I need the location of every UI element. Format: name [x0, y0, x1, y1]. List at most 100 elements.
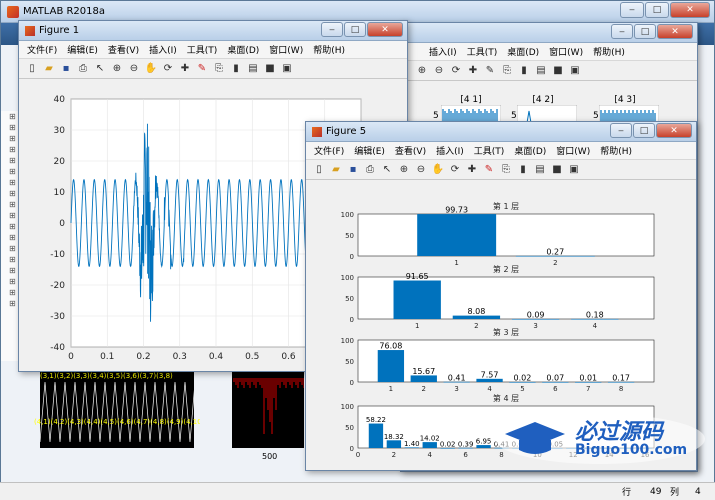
menu-tools[interactable]: 工具(T)	[187, 43, 218, 56]
bar-subplot-2: 第 2 层 100 50 0 1 2 3 4 91.65 8.08 0.09 0.18	[341, 264, 655, 330]
y-tick-label: 0	[350, 445, 354, 453]
main-window-title: MATLAB R2018a	[23, 6, 106, 17]
x-tick-label: 2	[474, 322, 478, 330]
menu-view[interactable]: 查看(V)	[395, 144, 426, 157]
menu-help[interactable]: 帮助(H)	[313, 43, 345, 56]
matlab-logo-icon	[7, 5, 19, 18]
link-icon[interactable]: ⎘	[212, 62, 226, 76]
select-arrow-icon[interactable]: ↖	[93, 62, 107, 76]
menu-desktop[interactable]: 桌面(D)	[514, 144, 546, 157]
bg-menu-tools[interactable]: 工具(T)	[467, 45, 498, 58]
menu-file[interactable]: 文件(F)	[27, 43, 57, 56]
menu-file[interactable]: 文件(F)	[314, 144, 344, 157]
menu-edit[interactable]: 编辑(E)	[67, 43, 98, 56]
bar-value-label: 15.67	[412, 367, 435, 376]
main-minimize-button[interactable]: ‒	[620, 2, 644, 18]
legend-icon[interactable]: ▤	[534, 64, 548, 78]
hide-tools-icon[interactable]: ■	[551, 64, 565, 78]
show-tools-icon[interactable]: ▣	[568, 64, 582, 78]
rotate-icon[interactable]: ⟳	[448, 163, 462, 177]
colorbar-icon[interactable]: ▮	[229, 62, 243, 76]
save-icon[interactable]: ▪	[59, 62, 73, 76]
data-cursor-icon[interactable]: ✚	[465, 163, 479, 177]
open-file-icon[interactable]: ▰	[329, 163, 343, 177]
x-tick-label: 6	[463, 451, 468, 459]
menu-window[interactable]: 窗口(W)	[556, 144, 590, 157]
menu-insert[interactable]: 插入(I)	[436, 144, 464, 157]
pan-icon[interactable]: ✋	[144, 62, 158, 76]
figure5-minimize-button[interactable]: ‒	[610, 123, 632, 138]
zoom-in-icon[interactable]: ⊕	[415, 64, 429, 78]
new-figure-icon[interactable]: ▯	[312, 163, 326, 177]
zoom-out-icon[interactable]: ⊖	[414, 163, 428, 177]
x-tick-label: 1	[415, 322, 419, 330]
zoom-in-icon[interactable]: ⊕	[110, 62, 124, 76]
subplot-title: 第 3 层	[493, 327, 519, 337]
x-tick-label: 6	[553, 385, 558, 393]
y-tick-label: 50	[345, 295, 354, 303]
bg-minimize-button[interactable]: ‒	[611, 24, 633, 39]
brush-icon[interactable]: ✎	[483, 64, 497, 78]
bar-value-label: 7.57	[481, 370, 499, 379]
x-tick-label: 0.3	[173, 352, 187, 362]
menu-tools[interactable]: 工具(T)	[474, 144, 505, 157]
menu-insert[interactable]: 插入(I)	[149, 43, 177, 56]
select-arrow-icon[interactable]: ↖	[380, 163, 394, 177]
figure1-close-button[interactable]: ✕	[367, 22, 403, 37]
print-icon[interactable]: ⎙	[363, 163, 377, 177]
main-maximize-button[interactable]: □	[645, 2, 669, 18]
figure5-close-button[interactable]: ✕	[656, 123, 692, 138]
link-icon[interactable]: ⎘	[499, 163, 513, 177]
bg-menu-insert[interactable]: 插入(I)	[429, 45, 457, 58]
figure1-maximize-button[interactable]: □	[344, 22, 366, 37]
rotate-icon[interactable]: ⟳	[449, 64, 463, 78]
zoom-out-icon[interactable]: ⊖	[432, 64, 446, 78]
menu-window[interactable]: 窗口(W)	[269, 43, 303, 56]
brush-icon[interactable]: ✎	[195, 62, 209, 76]
hide-tools-icon[interactable]: ■	[263, 62, 277, 76]
open-file-icon[interactable]: ▰	[42, 62, 56, 76]
pan-icon[interactable]: ✋	[431, 163, 445, 177]
legend-icon[interactable]: ▤	[246, 62, 260, 76]
link-icon[interactable]: ⎘	[500, 64, 514, 78]
bar-value-label: 0.27	[546, 247, 564, 256]
save-icon[interactable]: ▪	[346, 163, 360, 177]
zoom-out-icon[interactable]: ⊖	[127, 62, 141, 76]
y-tick-label: 0	[350, 379, 354, 387]
print-icon[interactable]: ⎙	[76, 62, 90, 76]
menu-edit[interactable]: 编辑(E)	[354, 144, 385, 157]
main-close-button[interactable]: ✕	[670, 2, 710, 18]
menu-desktop[interactable]: 桌面(D)	[227, 43, 259, 56]
show-tools-icon[interactable]: ▣	[280, 62, 294, 76]
rotate-icon[interactable]: ⟳	[161, 62, 175, 76]
x-tick-label: 8	[619, 385, 623, 393]
figure5-maximize-button[interactable]: □	[633, 123, 655, 138]
menu-help[interactable]: 帮助(H)	[600, 144, 632, 157]
bar	[386, 440, 402, 448]
figure5-titlebar: Figure 5 ‒ □ ✕	[306, 122, 696, 142]
bg-maximize-button[interactable]: □	[634, 24, 656, 39]
hide-tools-icon[interactable]: ■	[550, 163, 564, 177]
colorbar-icon[interactable]: ▮	[516, 163, 530, 177]
new-figure-icon[interactable]: ▯	[25, 62, 39, 76]
x-tick-label: 2	[422, 385, 426, 393]
data-cursor-icon[interactable]: ✚	[178, 62, 192, 76]
colorbar-icon[interactable]: ▮	[517, 64, 531, 78]
show-tools-icon[interactable]: ▣	[567, 163, 581, 177]
x-tick-label: 0	[68, 352, 74, 362]
legend-icon[interactable]: ▤	[533, 163, 547, 177]
data-cursor-icon[interactable]: ✚	[466, 64, 480, 78]
bar-value-label: 0.17	[612, 373, 630, 382]
col-value: 4	[695, 486, 701, 497]
brush-icon[interactable]: ✎	[482, 163, 496, 177]
bg-menu-desktop[interactable]: 桌面(D)	[507, 45, 539, 58]
figure-icon	[25, 25, 35, 36]
figure1-title: Figure 1	[39, 25, 80, 36]
menu-view[interactable]: 查看(V)	[108, 43, 139, 56]
figure1-minimize-button[interactable]: ‒	[321, 22, 343, 37]
bg-menu-window[interactable]: 窗口(W)	[549, 45, 583, 58]
bg-menu-help[interactable]: 帮助(H)	[593, 45, 625, 58]
y-tick-label: 40	[54, 95, 66, 105]
zoom-in-icon[interactable]: ⊕	[397, 163, 411, 177]
bg-close-button[interactable]: ✕	[657, 24, 693, 39]
